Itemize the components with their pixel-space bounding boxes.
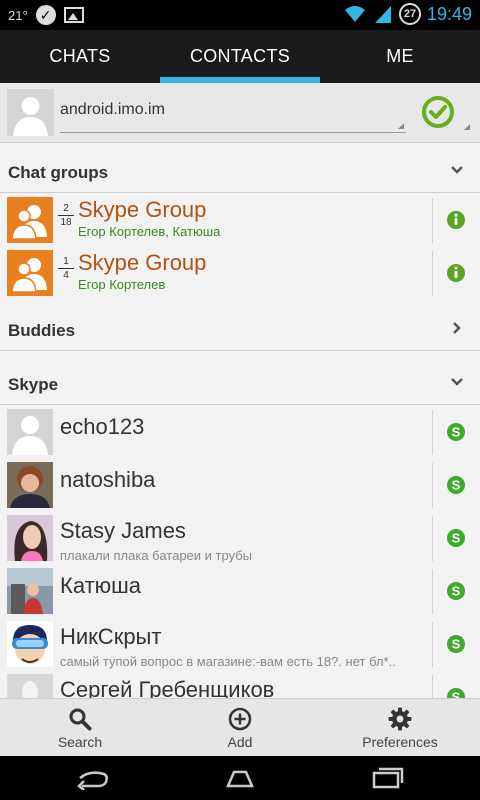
- preferences-button[interactable]: Preferences: [320, 699, 480, 757]
- skype-icon[interactable]: S: [446, 634, 466, 654]
- group-online-count: 2 18: [58, 202, 74, 229]
- divider: [432, 463, 433, 508]
- divider: [432, 410, 433, 455]
- divider: [432, 569, 433, 614]
- image-icon: [63, 7, 84, 23]
- skype-icon[interactable]: S: [446, 528, 466, 548]
- contact-name: Сергей Гребенщиков: [60, 677, 275, 698]
- group-avatar-icon: [7, 250, 53, 296]
- contact-status-message: плакали плака батареи и трубы: [60, 548, 252, 563]
- contact-name: НикСкрыт: [60, 624, 162, 649]
- contact-row[interactable]: Сергей Гребенщиков S: [0, 671, 480, 698]
- contact-row[interactable]: НикСкрыт самый тупой вопрос в магазине:-…: [0, 618, 480, 671]
- section-skype[interactable]: Skype: [0, 361, 480, 405]
- contact-photo: [7, 674, 53, 698]
- back-icon[interactable]: [74, 766, 110, 790]
- chevron-down-icon: [451, 166, 463, 174]
- tab-contacts[interactable]: CONTACTS: [160, 30, 320, 83]
- section-buddies[interactable]: Buddies: [0, 307, 480, 351]
- contact-name: Stasy James: [60, 518, 186, 543]
- tab-chats[interactable]: CHATS: [0, 30, 160, 83]
- skype-icon[interactable]: S: [446, 475, 466, 495]
- group-members: Егор Кортелев, Катюша: [78, 224, 221, 239]
- contact-name: natoshiba: [60, 467, 156, 492]
- info-icon[interactable]: [446, 210, 466, 230]
- section-title: Chat groups: [8, 163, 109, 182]
- info-icon[interactable]: [446, 263, 466, 283]
- tab-bar: CHATS CONTACTS ME: [0, 30, 480, 83]
- contact-photo: [7, 515, 53, 561]
- contact-row[interactable]: Катюша S: [0, 565, 480, 618]
- svg-text:S: S: [452, 637, 461, 652]
- add-icon: [228, 707, 252, 731]
- account-selector[interactable]: android.imo.im: [60, 97, 406, 133]
- divider: [432, 251, 433, 296]
- preferences-label: Preferences: [362, 734, 438, 750]
- search-button[interactable]: Search: [0, 699, 160, 757]
- svg-text:S: S: [452, 478, 461, 493]
- svg-text:S: S: [452, 584, 461, 599]
- search-icon: [69, 708, 92, 731]
- group-name: Skype Group: [78, 250, 207, 275]
- gear-icon: [388, 707, 412, 731]
- group-members: Егор Кортелев: [78, 277, 166, 292]
- chevron-down-icon: [451, 378, 463, 386]
- clock-text: 19:49: [426, 3, 472, 24]
- account-name: android.imo.im: [60, 101, 165, 118]
- temperature-text: 21°: [8, 7, 28, 23]
- divider: [432, 198, 433, 243]
- group-avatar-icon: [7, 197, 53, 243]
- account-row: android.imo.im: [0, 83, 480, 143]
- contact-photo: [7, 568, 53, 614]
- notification-count-badge: 27: [398, 3, 421, 25]
- add-button[interactable]: Add: [160, 699, 320, 757]
- contact-row[interactable]: Stasy James плакали плака батареи и труб…: [0, 512, 480, 565]
- default-avatar-icon: [7, 409, 53, 455]
- tab-me[interactable]: ME: [320, 30, 480, 83]
- skype-icon[interactable]: S: [446, 422, 466, 442]
- contact-row[interactable]: natoshiba S: [0, 459, 480, 512]
- home-icon[interactable]: [222, 766, 258, 790]
- section-chat-groups[interactable]: Chat groups: [0, 149, 480, 193]
- svg-text:S: S: [452, 690, 461, 699]
- signal-icon: [374, 6, 391, 23]
- section-title: Skype: [8, 375, 59, 394]
- status-dropdown-corner-icon: [464, 124, 470, 130]
- bottom-action-bar: Search Add Preferences: [0, 698, 480, 756]
- online-status-icon[interactable]: [420, 94, 456, 130]
- check-circle-icon: ✓: [35, 5, 56, 25]
- divider: [432, 622, 433, 667]
- contact-name: Катюша: [60, 573, 142, 598]
- recent-apps-icon[interactable]: [370, 766, 406, 790]
- divider: [432, 516, 433, 561]
- system-navigation-bar: [0, 756, 480, 800]
- group-name: Skype Group: [78, 197, 207, 222]
- skype-icon[interactable]: S: [446, 581, 466, 601]
- contact-photo: [7, 621, 53, 667]
- divider: [432, 675, 433, 698]
- search-label: Search: [57, 734, 103, 750]
- group-row[interactable]: 1 4 Skype Group Егор Кортелев: [0, 247, 480, 300]
- svg-text:S: S: [452, 531, 461, 546]
- chevron-right-icon: [453, 322, 461, 334]
- default-avatar-icon: [7, 89, 54, 136]
- contact-name: echo123: [60, 414, 145, 439]
- status-bar: 21° ✓ 27 19:49: [0, 0, 480, 30]
- contact-status-message: самый тупой вопрос в магазине:-вам есть …: [60, 654, 396, 669]
- contact-row[interactable]: echo123 S: [0, 406, 480, 459]
- group-online-count: 1 4: [58, 255, 74, 282]
- dropdown-corner-icon: [398, 123, 404, 129]
- add-label: Add: [227, 734, 253, 750]
- wifi-icon: [344, 6, 365, 22]
- group-row[interactable]: 2 18 Skype Group Егор Кортелев, Катюша: [0, 194, 480, 247]
- section-title: Buddies: [8, 321, 76, 340]
- contact-photo: [7, 462, 53, 508]
- skype-icon[interactable]: S: [446, 687, 466, 698]
- svg-text:S: S: [452, 425, 461, 440]
